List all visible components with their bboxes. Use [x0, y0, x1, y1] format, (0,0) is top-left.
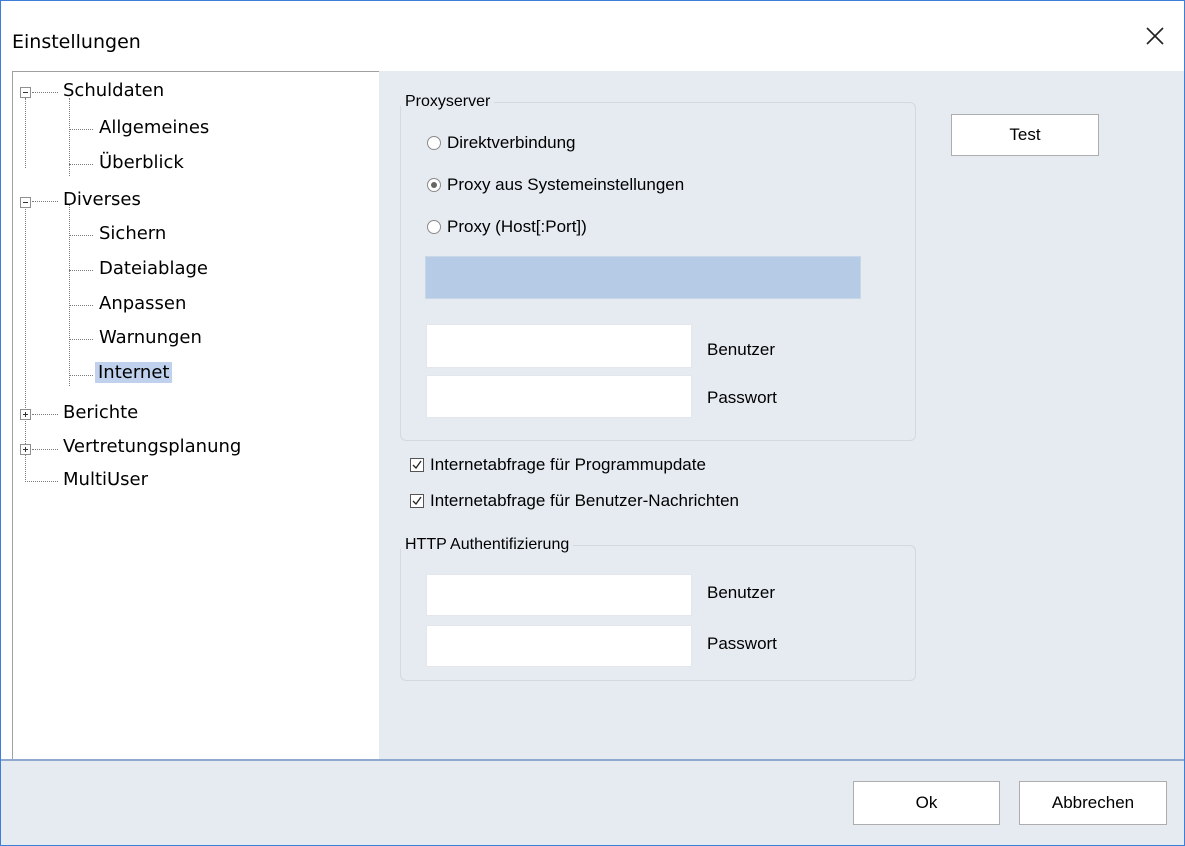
check-program-update-label: Internetabfrage für Programmupdate — [430, 455, 706, 474]
collapse-diverses-icon[interactable] — [20, 197, 31, 208]
proxy-host-input[interactable] — [425, 256, 861, 299]
proxy-user-input[interactable] — [426, 324, 692, 368]
test-button[interactable]: Test — [951, 114, 1099, 156]
title-bar: Einstellungen — [1, 1, 1184, 69]
check-user-messages-box[interactable] — [410, 494, 424, 508]
expand-berichte-icon[interactable] — [20, 409, 31, 420]
radio-system-proxy[interactable]: Proxy aus Systemeinstellungen — [427, 175, 684, 195]
settings-panel: Proxyserver Direktverbindung Proxy aus S… — [379, 71, 1184, 761]
ok-button[interactable]: Ok — [853, 781, 1000, 825]
cancel-button[interactable]: Abbrechen — [1019, 781, 1167, 825]
radio-direct-indicator[interactable] — [427, 136, 441, 150]
radio-system-proxy-label: Proxy aus Systemeinstellungen — [447, 175, 685, 194]
expand-vertretungsplanung-icon[interactable] — [20, 444, 31, 455]
proxy-password-input[interactable] — [426, 375, 692, 418]
tree-item-internet[interactable]: Internet — [95, 362, 173, 383]
check-program-update[interactable]: Internetabfrage für Programmupdate — [410, 455, 706, 475]
radio-direct-label: Direktverbindung — [447, 133, 576, 152]
tree-item-ueberblick[interactable]: Überblick — [99, 152, 184, 173]
tree-item-multiuser[interactable]: MultiUser — [63, 469, 148, 490]
radio-system-proxy-indicator[interactable] — [427, 178, 441, 192]
http-user-label: Benutzer — [707, 583, 776, 602]
http-auth-group-label: HTTP Authentifizierung — [401, 536, 574, 554]
tree-item-berichte[interactable]: Berichte — [63, 402, 138, 423]
tree-item-dateiablage[interactable]: Dateiablage — [99, 258, 208, 279]
radio-custom-proxy[interactable]: Proxy (Host[:Port]) — [427, 217, 587, 237]
radio-direct[interactable]: Direktverbindung — [427, 133, 576, 153]
tree-item-warnungen[interactable]: Warnungen — [99, 327, 202, 348]
tree-item-allgemeines[interactable]: Allgemeines — [99, 117, 209, 138]
http-password-input[interactable] — [426, 625, 692, 667]
radio-custom-proxy-label: Proxy (Host[:Port]) — [447, 217, 587, 236]
dialog-footer: Ok Abbrechen — [1, 761, 1184, 845]
proxy-user-label: Benutzer — [707, 340, 776, 359]
proxy-password-label: Passwort — [707, 388, 777, 407]
close-icon[interactable] — [1140, 21, 1170, 51]
dialog-title: Einstellungen — [12, 31, 141, 53]
collapse-schuldaten-icon[interactable] — [20, 87, 31, 98]
http-user-input[interactable] — [426, 574, 692, 616]
tree-item-vertretungsplanung[interactable]: Vertretungsplanung — [63, 436, 241, 457]
tree-item-schuldaten[interactable]: Schuldaten — [63, 80, 164, 101]
http-password-label: Passwort — [707, 634, 777, 653]
settings-dialog: Einstellungen Schuldaten Allgemeines Übe… — [0, 0, 1185, 846]
check-user-messages[interactable]: Internetabfrage für Benutzer-Nachrichten — [410, 491, 739, 511]
tree-item-sichern[interactable]: Sichern — [99, 223, 166, 244]
settings-tree: Schuldaten Allgemeines Überblick Diverse… — [12, 71, 379, 762]
proxy-group-label: Proxyserver — [401, 93, 495, 111]
check-program-update-box[interactable] — [410, 458, 424, 472]
tree-item-diverses[interactable]: Diverses — [63, 189, 141, 210]
tree-item-anpassen[interactable]: Anpassen — [99, 293, 186, 314]
radio-custom-proxy-indicator[interactable] — [427, 220, 441, 234]
check-user-messages-label: Internetabfrage für Benutzer-Nachrichten — [430, 491, 740, 510]
